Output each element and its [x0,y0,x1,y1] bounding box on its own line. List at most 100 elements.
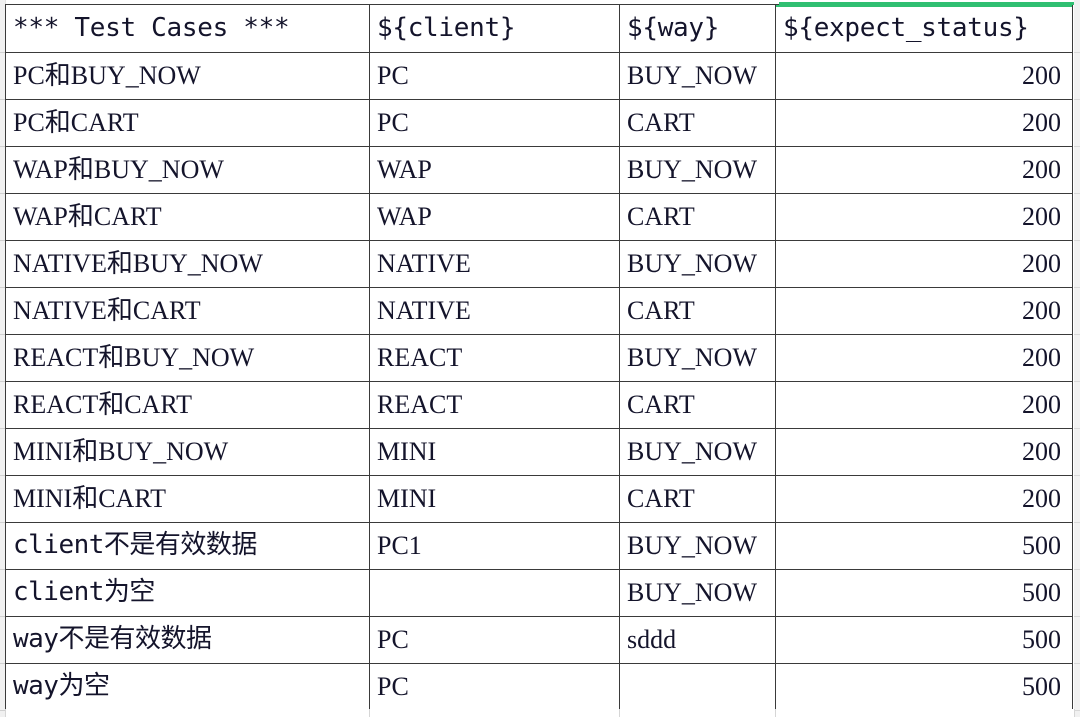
cell-client[interactable]: PC [369,663,620,711]
column-header-client[interactable]: ${client} [369,4,620,53]
cell-client[interactable]: PC [369,99,620,147]
table-row[interactable]: PC和BUY_NOW PC BUY_NOW 200 [5,52,1073,100]
column-header-way[interactable]: ${way} [619,4,776,53]
cell-test-case[interactable]: way不是有效数据 [5,616,370,664]
right-margin-gutter [1074,0,1080,717]
cell-way[interactable]: sddd [619,616,776,664]
cell-test-case[interactable]: way为空 [5,663,370,711]
partial-row-divider-b [619,709,620,717]
row-boundary-tick [1074,52,1080,53]
cell-client[interactable]: NATIVE [369,240,620,288]
row-boundary-tick [1074,522,1080,523]
cell-client[interactable]: MINI [369,428,620,476]
cell-way[interactable]: BUY_NOW [619,240,776,288]
row-boundary-tick [1074,663,1080,664]
cell-way[interactable]: BUY_NOW [619,146,776,194]
cell-client[interactable]: MINI [369,475,620,523]
row-boundary-tick-left [0,381,5,382]
cell-client[interactable]: REACT [369,334,620,382]
cell-expect-status[interactable]: 200 [775,475,1073,523]
cell-expect-status[interactable]: 200 [775,52,1073,100]
table-row[interactable]: NATIVE和CART NATIVE CART 200 [5,287,1073,335]
row-boundary-tick [1074,475,1080,476]
spreadsheet-canvas: *** Test Cases *** ${client} ${way} ${ex… [0,0,1080,717]
table-row[interactable]: client为空 BUY_NOW 500 [5,569,1073,617]
cell-test-case[interactable]: PC和BUY_NOW [5,52,370,100]
cell-expect-status[interactable]: 200 [775,381,1073,429]
cell-expect-status[interactable]: 200 [775,287,1073,335]
cell-expect-status[interactable]: 200 [775,193,1073,241]
cell-test-case[interactable]: MINI和BUY_NOW [5,428,370,476]
row-boundary-tick-left [0,52,5,53]
column-header-expect-status[interactable]: ${expect_status} [775,4,1073,53]
cell-expect-status[interactable]: 200 [775,99,1073,147]
cell-way[interactable]: CART [619,193,776,241]
table-row[interactable]: WAP和CART WAP CART 200 [5,193,1073,241]
cell-test-case[interactable]: REACT和BUY_NOW [5,334,370,382]
cell-expect-status[interactable]: 500 [775,522,1073,570]
cell-client[interactable]: WAP [369,193,620,241]
row-boundary-tick [1074,569,1080,570]
cell-client[interactable]: NATIVE [369,287,620,335]
cell-way[interactable]: BUY_NOW [619,522,776,570]
table-header-row: *** Test Cases *** ${client} ${way} ${ex… [5,4,1073,53]
cell-expect-status[interactable]: 200 [775,334,1073,382]
row-boundary-tick-left [0,569,5,570]
table-row[interactable]: NATIVE和BUY_NOW NATIVE BUY_NOW 200 [5,240,1073,288]
cell-test-case[interactable]: REACT和CART [5,381,370,429]
cell-way[interactable]: CART [619,381,776,429]
row-boundary-tick [1074,616,1080,617]
cell-way[interactable]: CART [619,99,776,147]
cell-client[interactable]: PC1 [369,522,620,570]
table-row[interactable]: REACT和CART REACT CART 200 [5,381,1073,429]
cell-test-case[interactable]: PC和CART [5,99,370,147]
cell-client[interactable]: REACT [369,381,620,429]
row-boundary-tick [1074,146,1080,147]
cell-expect-status[interactable]: 500 [775,663,1073,711]
cell-client[interactable]: PC [369,52,620,100]
row-boundary-tick-left [0,522,5,523]
partial-row-divider-a [369,709,370,717]
cell-expect-status[interactable]: 500 [775,616,1073,664]
cell-expect-status[interactable]: 200 [775,240,1073,288]
cell-client[interactable]: WAP [369,146,620,194]
cell-test-case[interactable]: NATIVE和CART [5,287,370,335]
cell-way[interactable] [619,663,776,711]
cell-expect-status[interactable]: 500 [775,569,1073,617]
cell-way[interactable]: BUY_NOW [619,428,776,476]
row-boundary-tick-left [0,663,5,664]
cell-test-case[interactable]: NATIVE和BUY_NOW [5,240,370,288]
cell-way[interactable]: CART [619,287,776,335]
row-boundary-tick [1074,428,1080,429]
cell-expect-status[interactable]: 200 [775,428,1073,476]
table-row[interactable]: MINI和BUY_NOW MINI BUY_NOW 200 [5,428,1073,476]
cell-way[interactable]: BUY_NOW [619,334,776,382]
cell-test-case[interactable]: client不是有效数据 [5,522,370,570]
cell-test-case[interactable]: MINI和CART [5,475,370,523]
table-row[interactable]: REACT和BUY_NOW REACT BUY_NOW 200 [5,334,1073,382]
table-row[interactable]: way不是有效数据 PC sddd 500 [5,616,1073,664]
cell-expect-status[interactable]: 200 [775,146,1073,194]
cell-test-case[interactable]: WAP和BUY_NOW [5,146,370,194]
partial-row-divider-c [775,709,776,717]
column-header-test-cases[interactable]: *** Test Cases *** [5,4,370,53]
row-boundary-tick-left [0,193,5,194]
partial-next-row [5,709,1075,717]
row-boundary-tick-left [0,99,5,100]
cell-test-case[interactable]: client为空 [5,569,370,617]
table-row[interactable]: way为空 PC 500 [5,663,1073,711]
cell-way[interactable]: CART [619,475,776,523]
table-row[interactable]: client不是有效数据 PC1 BUY_NOW 500 [5,522,1073,570]
row-boundary-tick-left [0,428,5,429]
cell-way[interactable]: BUY_NOW [619,52,776,100]
table-row[interactable]: PC和CART PC CART 200 [5,99,1073,147]
table-row[interactable]: WAP和BUY_NOW WAP BUY_NOW 200 [5,146,1073,194]
row-boundary-tick [1074,240,1080,241]
cell-way[interactable]: BUY_NOW [619,569,776,617]
row-boundary-tick-left [0,710,5,711]
table-row[interactable]: MINI和CART MINI CART 200 [5,475,1073,523]
row-boundary-tick [1074,99,1080,100]
cell-client[interactable]: PC [369,616,620,664]
cell-client[interactable] [369,569,620,617]
cell-test-case[interactable]: WAP和CART [5,193,370,241]
